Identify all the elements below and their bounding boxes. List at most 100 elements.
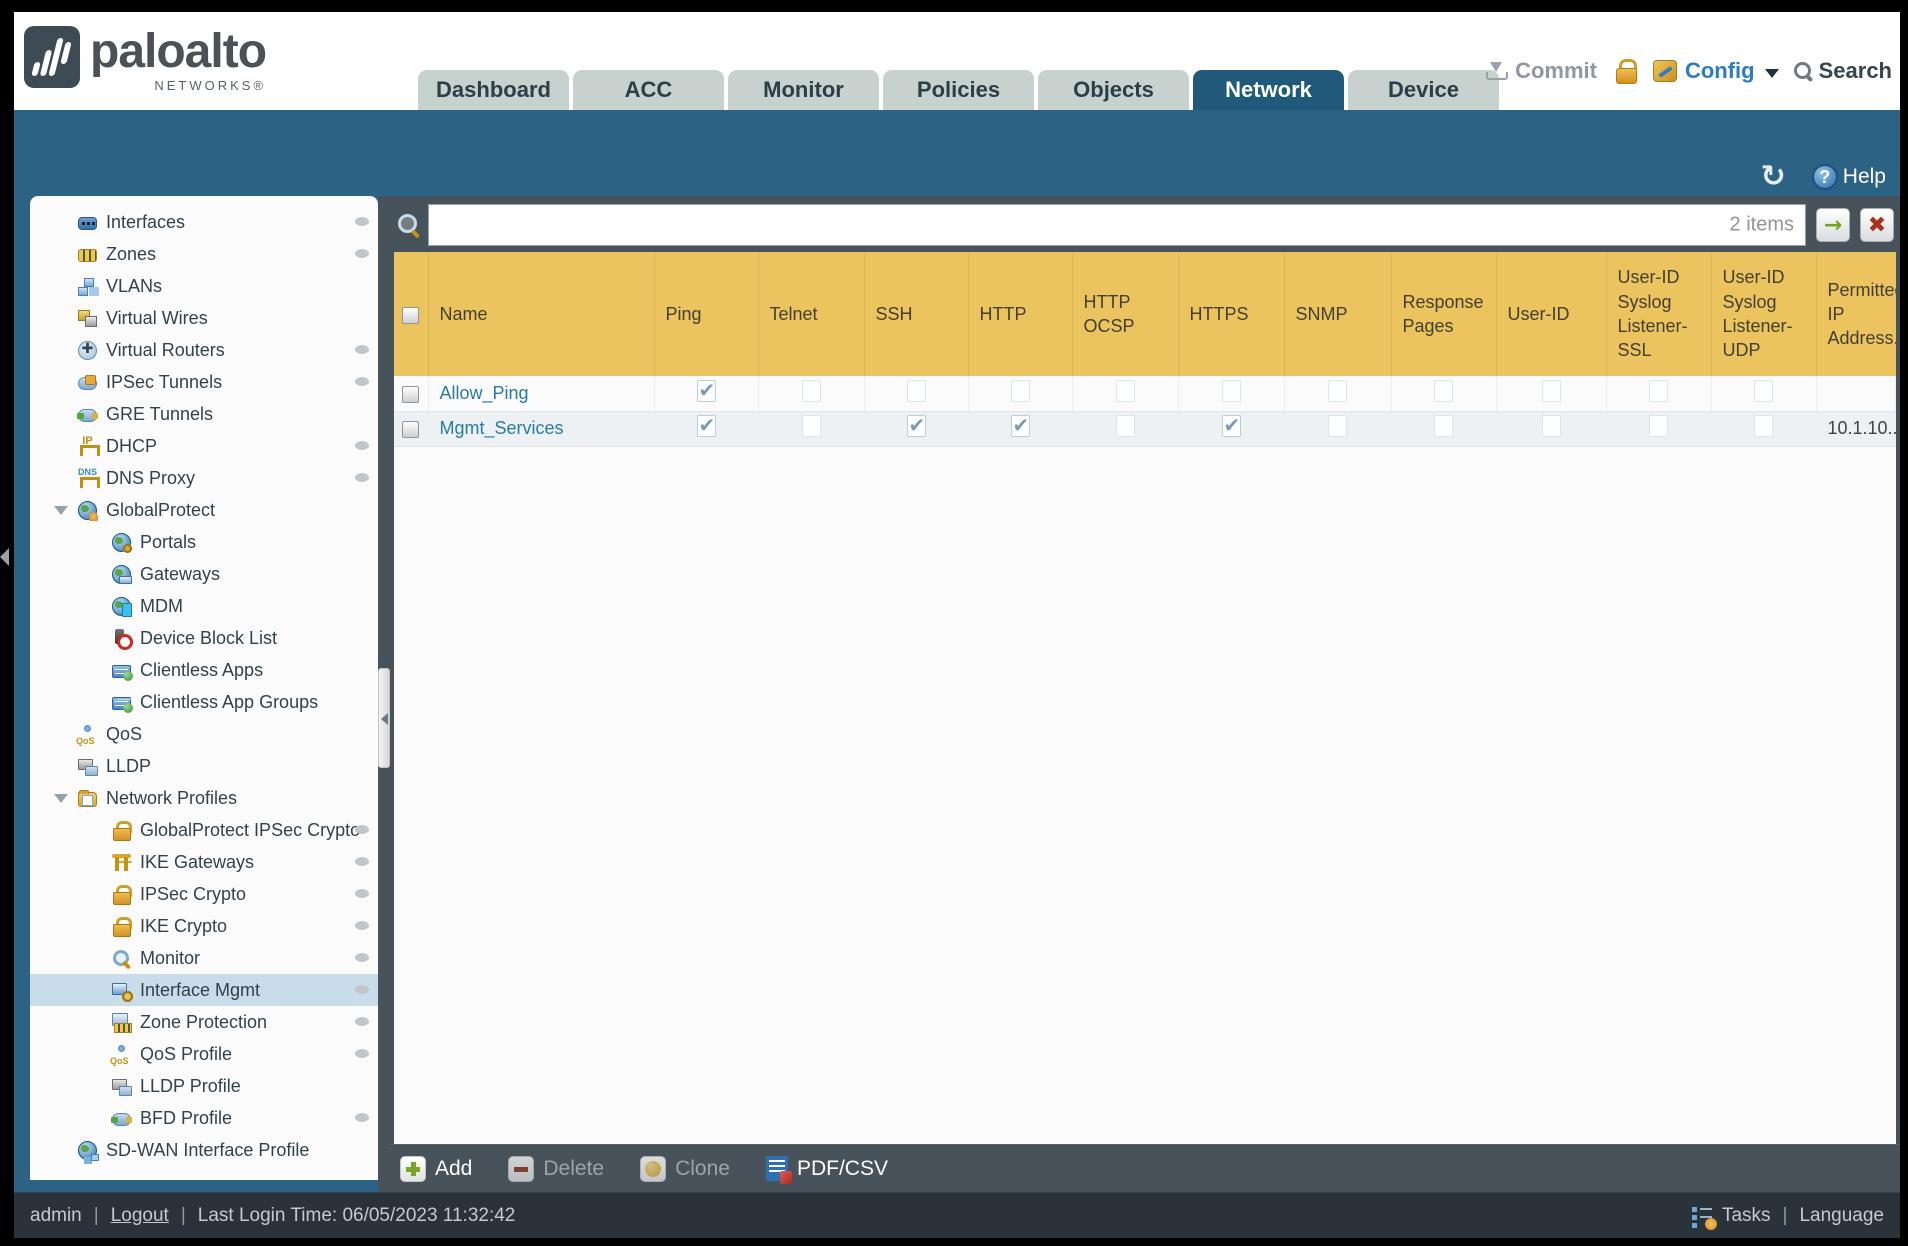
sidebar-item-label: Portals xyxy=(140,531,197,552)
caret-down-icon[interactable] xyxy=(54,794,68,803)
column-header-http-ocsp[interactable]: HTTP OCSP xyxy=(1072,252,1179,376)
sidebar-item-globalprotect-ipsec-crypto[interactable]: GlobalProtect IPSec Crypto xyxy=(30,814,378,846)
sidebar-item-ike-gateways[interactable]: IKE Gateways xyxy=(30,846,378,878)
column-header-user-id-syslog-listener-udp[interactable]: User-ID Syslog Listener-UDP xyxy=(1711,252,1817,376)
sidebar-item-zones[interactable]: Zones xyxy=(30,238,378,270)
add-button[interactable]: Add xyxy=(400,1155,472,1182)
tab-monitor[interactable]: Monitor xyxy=(728,70,879,110)
https-checkbox[interactable] xyxy=(1221,413,1241,437)
sidebar-item-monitor[interactable]: Monitor xyxy=(30,942,378,974)
user-id-checkbox[interactable] xyxy=(1541,415,1561,437)
sidebar-item-clientless-apps[interactable]: Clientless Apps xyxy=(30,654,378,686)
tab-network[interactable]: Network xyxy=(1193,70,1344,110)
uid-syslog-udp-checkbox[interactable] xyxy=(1754,379,1773,402)
sidebar-item-ipsec-tunnels[interactable]: IPSec Tunnels xyxy=(30,366,378,398)
user-id-checkbox[interactable] xyxy=(1541,379,1561,402)
clone-button[interactable]: Clone xyxy=(640,1155,730,1182)
sidebar-item-interfaces[interactable]: Interfaces xyxy=(30,206,378,238)
sidebar-collapse-handle[interactable] xyxy=(378,668,390,768)
tab-objects[interactable]: Objects xyxy=(1038,70,1189,110)
sidebar-item-vlans[interactable]: VLANs xyxy=(30,270,378,302)
apply-filter-button[interactable] xyxy=(1816,208,1850,242)
chevron-down-icon[interactable] xyxy=(1764,68,1779,78)
http-ocsp-checkbox[interactable] xyxy=(1115,379,1135,402)
select-all-checkbox[interactable] xyxy=(402,306,420,324)
sidebar-item-bfd-profile[interactable]: BFD Profile xyxy=(30,1102,378,1134)
filter-input[interactable] xyxy=(428,204,1806,246)
row-select-checkbox[interactable] xyxy=(402,420,420,438)
tab-acc[interactable]: ACC xyxy=(573,70,724,110)
uid-syslog-udp-checkbox[interactable] xyxy=(1754,415,1773,437)
http-ocsp-checkbox[interactable] xyxy=(1115,415,1135,437)
column-header-ping[interactable]: Ping xyxy=(654,252,759,376)
language-button[interactable]: Language xyxy=(1799,1205,1884,1227)
qos-icon xyxy=(76,724,97,746)
telnet-checkbox[interactable] xyxy=(801,379,821,402)
sidebar-item-qos-profile[interactable]: QoS Profile xyxy=(30,1038,378,1070)
snmp-checkbox[interactable] xyxy=(1328,379,1347,402)
sidebar-item-ike-crypto[interactable]: IKE Crypto xyxy=(30,910,378,942)
sidebar-item-lldp[interactable]: LLDP xyxy=(30,750,378,782)
sidebar-item-clientless-app-groups[interactable]: Clientless App Groups xyxy=(30,686,378,718)
sidebar-item-zone-protection[interactable]: Zone Protection xyxy=(30,1006,378,1038)
column-header-user-id[interactable]: User-ID xyxy=(1496,252,1607,376)
ping-checkbox[interactable] xyxy=(696,378,716,402)
response-pages-checkbox[interactable] xyxy=(1434,379,1453,402)
tasks-button[interactable]: Tasks xyxy=(1722,1205,1771,1227)
column-header-response-pages[interactable]: Response Pages xyxy=(1391,252,1497,376)
pdf-csv-button[interactable]: PDF/CSV xyxy=(765,1156,888,1184)
column-header-user-id-syslog-listener-ssl[interactable]: User-ID Syslog Listener-SSL xyxy=(1606,252,1712,376)
config-button[interactable]: Config xyxy=(1652,58,1755,84)
https-checkbox[interactable] xyxy=(1221,379,1241,402)
profile-name-link[interactable]: Mgmt_Services xyxy=(440,418,564,438)
sidebar-item-globalprotect[interactable]: GlobalProtect xyxy=(30,494,378,526)
global-search-button[interactable]: Search xyxy=(1793,58,1892,84)
refresh-icon[interactable]: ↻ xyxy=(1761,162,1786,192)
profile-name-link[interactable]: Allow_Ping xyxy=(440,383,529,403)
column-header-permitted-ip-address-[interactable]: Permitted IP Address... xyxy=(1816,252,1896,376)
sidebar-item-interface-mgmt[interactable]: Interface Mgmt xyxy=(30,974,378,1006)
sidebar-item-dhcp[interactable]: DHCP xyxy=(30,430,378,462)
row-select-checkbox[interactable] xyxy=(402,385,420,403)
caret-down-icon[interactable] xyxy=(54,506,68,515)
response-pages-checkbox[interactable] xyxy=(1434,415,1453,437)
sidebar-item-device-block-list[interactable]: Device Block List xyxy=(30,622,378,654)
ssh-checkbox[interactable] xyxy=(906,413,926,437)
uid-syslog-ssl-checkbox[interactable] xyxy=(1649,415,1668,437)
clear-filter-button[interactable] xyxy=(1860,208,1894,242)
column-header-snmp[interactable]: SNMP xyxy=(1284,252,1392,376)
tab-device[interactable]: Device xyxy=(1348,70,1499,110)
ping-checkbox[interactable] xyxy=(696,413,716,437)
column-header-ssh[interactable]: SSH xyxy=(864,252,969,376)
logout-link[interactable]: Logout xyxy=(111,1205,169,1227)
sidebar-item-gateways[interactable]: Gateways xyxy=(30,558,378,590)
sidebar-item-lldp-profile[interactable]: LLDP Profile xyxy=(30,1070,378,1102)
http-checkbox[interactable] xyxy=(1010,379,1030,402)
tab-policies[interactable]: Policies xyxy=(883,70,1034,110)
sidebar-item-mdm[interactable]: MDM xyxy=(30,590,378,622)
column-header-name[interactable]: Name xyxy=(428,252,655,376)
sidebar-item-qos[interactable]: QoS xyxy=(30,718,378,750)
column-header-https[interactable]: HTTPS xyxy=(1178,252,1285,376)
column-header-telnet[interactable]: Telnet xyxy=(758,252,865,376)
sidebar-item-portals[interactable]: Portals xyxy=(30,526,378,558)
http-checkbox[interactable] xyxy=(1010,413,1030,437)
sidebar-item-network-profiles[interactable]: Network Profiles xyxy=(30,782,378,814)
sidebar-item-virtual-wires[interactable]: Virtual Wires xyxy=(30,302,378,334)
sidebar-item-ipsec-crypto[interactable]: IPSec Crypto xyxy=(30,878,378,910)
commit-button[interactable]: Commit xyxy=(1485,58,1597,84)
sidebar-item-virtual-routers[interactable]: Virtual Routers xyxy=(30,334,378,366)
help-icon[interactable]: ? xyxy=(1811,164,1838,190)
sidebar-item-sd-wan-interface-profile[interactable]: SD-WAN Interface Profile xyxy=(30,1134,378,1166)
lock-icon[interactable] xyxy=(1615,59,1637,84)
sidebar-splitter[interactable] xyxy=(378,196,390,1192)
snmp-checkbox[interactable] xyxy=(1328,415,1347,437)
uid-syslog-ssl-checkbox[interactable] xyxy=(1649,379,1668,402)
delete-button[interactable]: Delete xyxy=(508,1155,604,1182)
tab-dashboard[interactable]: Dashboard xyxy=(418,70,569,110)
sidebar-item-dns-proxy[interactable]: DNS Proxy xyxy=(30,462,378,494)
ssh-checkbox[interactable] xyxy=(906,379,926,402)
sidebar-item-gre-tunnels[interactable]: GRE Tunnels xyxy=(30,398,378,430)
column-header-http[interactable]: HTTP xyxy=(968,252,1073,376)
telnet-checkbox[interactable] xyxy=(801,415,821,437)
